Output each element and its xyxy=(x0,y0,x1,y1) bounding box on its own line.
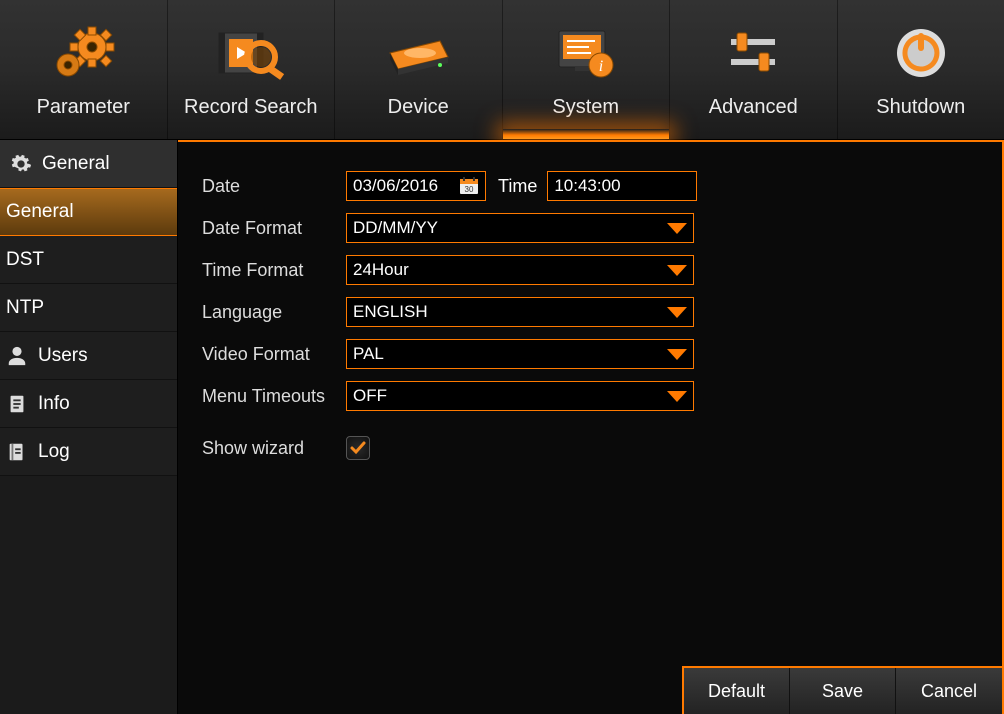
date-format-select[interactable]: DD/MM/YY xyxy=(346,213,694,243)
tab-label: Parameter xyxy=(37,96,130,119)
language-value: ENGLISH xyxy=(353,302,428,322)
sidebar-item-log[interactable]: Log xyxy=(0,428,177,476)
sidebar-item-users[interactable]: Users xyxy=(0,332,177,380)
tab-label: Advanced xyxy=(709,96,798,119)
power-icon xyxy=(891,18,951,88)
log-icon xyxy=(6,441,28,463)
language-label: Language xyxy=(202,302,346,323)
menu-timeouts-select[interactable]: OFF xyxy=(346,381,694,411)
show-wizard-label: Show wizard xyxy=(202,438,346,459)
time-input[interactable]: 10:43:00 xyxy=(547,171,697,201)
sidebar-item-label: Users xyxy=(38,345,88,367)
sidebar-item-label: Log xyxy=(38,441,70,463)
check-icon xyxy=(349,439,367,457)
tab-shutdown[interactable]: Shutdown xyxy=(838,0,1004,139)
chevron-down-icon xyxy=(667,307,687,318)
time-format-value: 24Hour xyxy=(353,260,409,280)
date-format-label: Date Format xyxy=(202,218,346,239)
row-menu-timeouts: Menu Timeouts OFF xyxy=(202,376,1002,416)
sidebar-item-general[interactable]: General xyxy=(0,188,177,236)
main-panel: Date 03/06/2016 30 Time 10:43:00 Date Fo xyxy=(178,140,1004,714)
sidebar-item-label: Info xyxy=(38,393,70,415)
date-input[interactable]: 03/06/2016 30 xyxy=(346,171,486,201)
language-select[interactable]: ENGLISH xyxy=(346,297,694,327)
sidebar-item-dst[interactable]: DST xyxy=(0,236,177,284)
chevron-down-icon xyxy=(667,223,687,234)
row-date: Date 03/06/2016 30 Time 10:43:00 xyxy=(202,166,1002,206)
row-time-format: Time Format 24Hour xyxy=(202,250,1002,290)
time-format-select[interactable]: 24Hour xyxy=(346,255,694,285)
sidebar-header-general[interactable]: General xyxy=(0,140,177,188)
content-area: General General DST NTP Users Info xyxy=(0,140,1004,714)
tab-label: Shutdown xyxy=(876,96,965,119)
video-format-value: PAL xyxy=(353,344,384,364)
tab-advanced[interactable]: Advanced xyxy=(670,0,838,139)
row-show-wizard: Show wizard xyxy=(202,428,1002,468)
tab-label: Device xyxy=(388,96,449,119)
svg-text:30: 30 xyxy=(465,185,474,194)
chevron-down-icon xyxy=(667,349,687,360)
time-value: 10:43:00 xyxy=(554,176,620,196)
sidebar-header-label: General xyxy=(42,153,110,175)
sidebar-item-ntp[interactable]: NTP xyxy=(0,284,177,332)
hard-drive-icon xyxy=(378,18,458,88)
row-date-format: Date Format DD/MM/YY xyxy=(202,208,1002,248)
tab-parameter[interactable]: Parameter xyxy=(0,0,168,139)
footer-buttons: Default Save Cancel xyxy=(682,666,1002,714)
date-value: 03/06/2016 xyxy=(353,176,438,196)
tab-record-search[interactable]: Record Search xyxy=(168,0,336,139)
row-language: Language ENGLISH xyxy=(202,292,1002,332)
tab-label: System xyxy=(552,96,619,119)
calendar-icon: 30 xyxy=(459,176,479,196)
menu-timeouts-value: OFF xyxy=(353,386,387,406)
chevron-down-icon xyxy=(667,391,687,402)
show-wizard-checkbox[interactable] xyxy=(346,436,370,460)
save-button[interactable]: Save xyxy=(790,668,896,714)
gears-icon xyxy=(48,18,118,88)
sliders-icon xyxy=(723,18,783,88)
date-format-value: DD/MM/YY xyxy=(353,218,438,238)
sidebar-item-info[interactable]: Info xyxy=(0,380,177,428)
sidebar-item-label: DST xyxy=(6,249,44,271)
settings-form: Date 03/06/2016 30 Time 10:43:00 Date Fo xyxy=(178,142,1002,468)
menu-timeouts-label: Menu Timeouts xyxy=(202,386,346,407)
sidebar-item-label: General xyxy=(6,201,74,223)
time-format-label: Time Format xyxy=(202,260,346,281)
gear-icon xyxy=(10,153,32,175)
row-video-format: Video Format PAL xyxy=(202,334,1002,374)
date-label: Date xyxy=(202,176,346,197)
sidebar-item-label: NTP xyxy=(6,297,44,319)
tab-label: Record Search xyxy=(184,96,317,119)
sidebar: General General DST NTP Users Info xyxy=(0,140,178,714)
chevron-down-icon xyxy=(667,265,687,276)
video-format-label: Video Format xyxy=(202,344,346,365)
svg-text:i: i xyxy=(599,58,603,75)
top-nav: Parameter Record Search xyxy=(0,0,1004,140)
film-search-icon xyxy=(211,18,291,88)
tab-system[interactable]: i System xyxy=(503,0,671,139)
time-label: Time xyxy=(498,176,537,197)
cancel-button[interactable]: Cancel xyxy=(896,668,1002,714)
video-format-select[interactable]: PAL xyxy=(346,339,694,369)
user-icon xyxy=(6,345,28,367)
tab-device[interactable]: Device xyxy=(335,0,503,139)
monitor-info-icon: i xyxy=(551,18,621,88)
default-button[interactable]: Default xyxy=(684,668,790,714)
info-icon xyxy=(6,393,28,415)
